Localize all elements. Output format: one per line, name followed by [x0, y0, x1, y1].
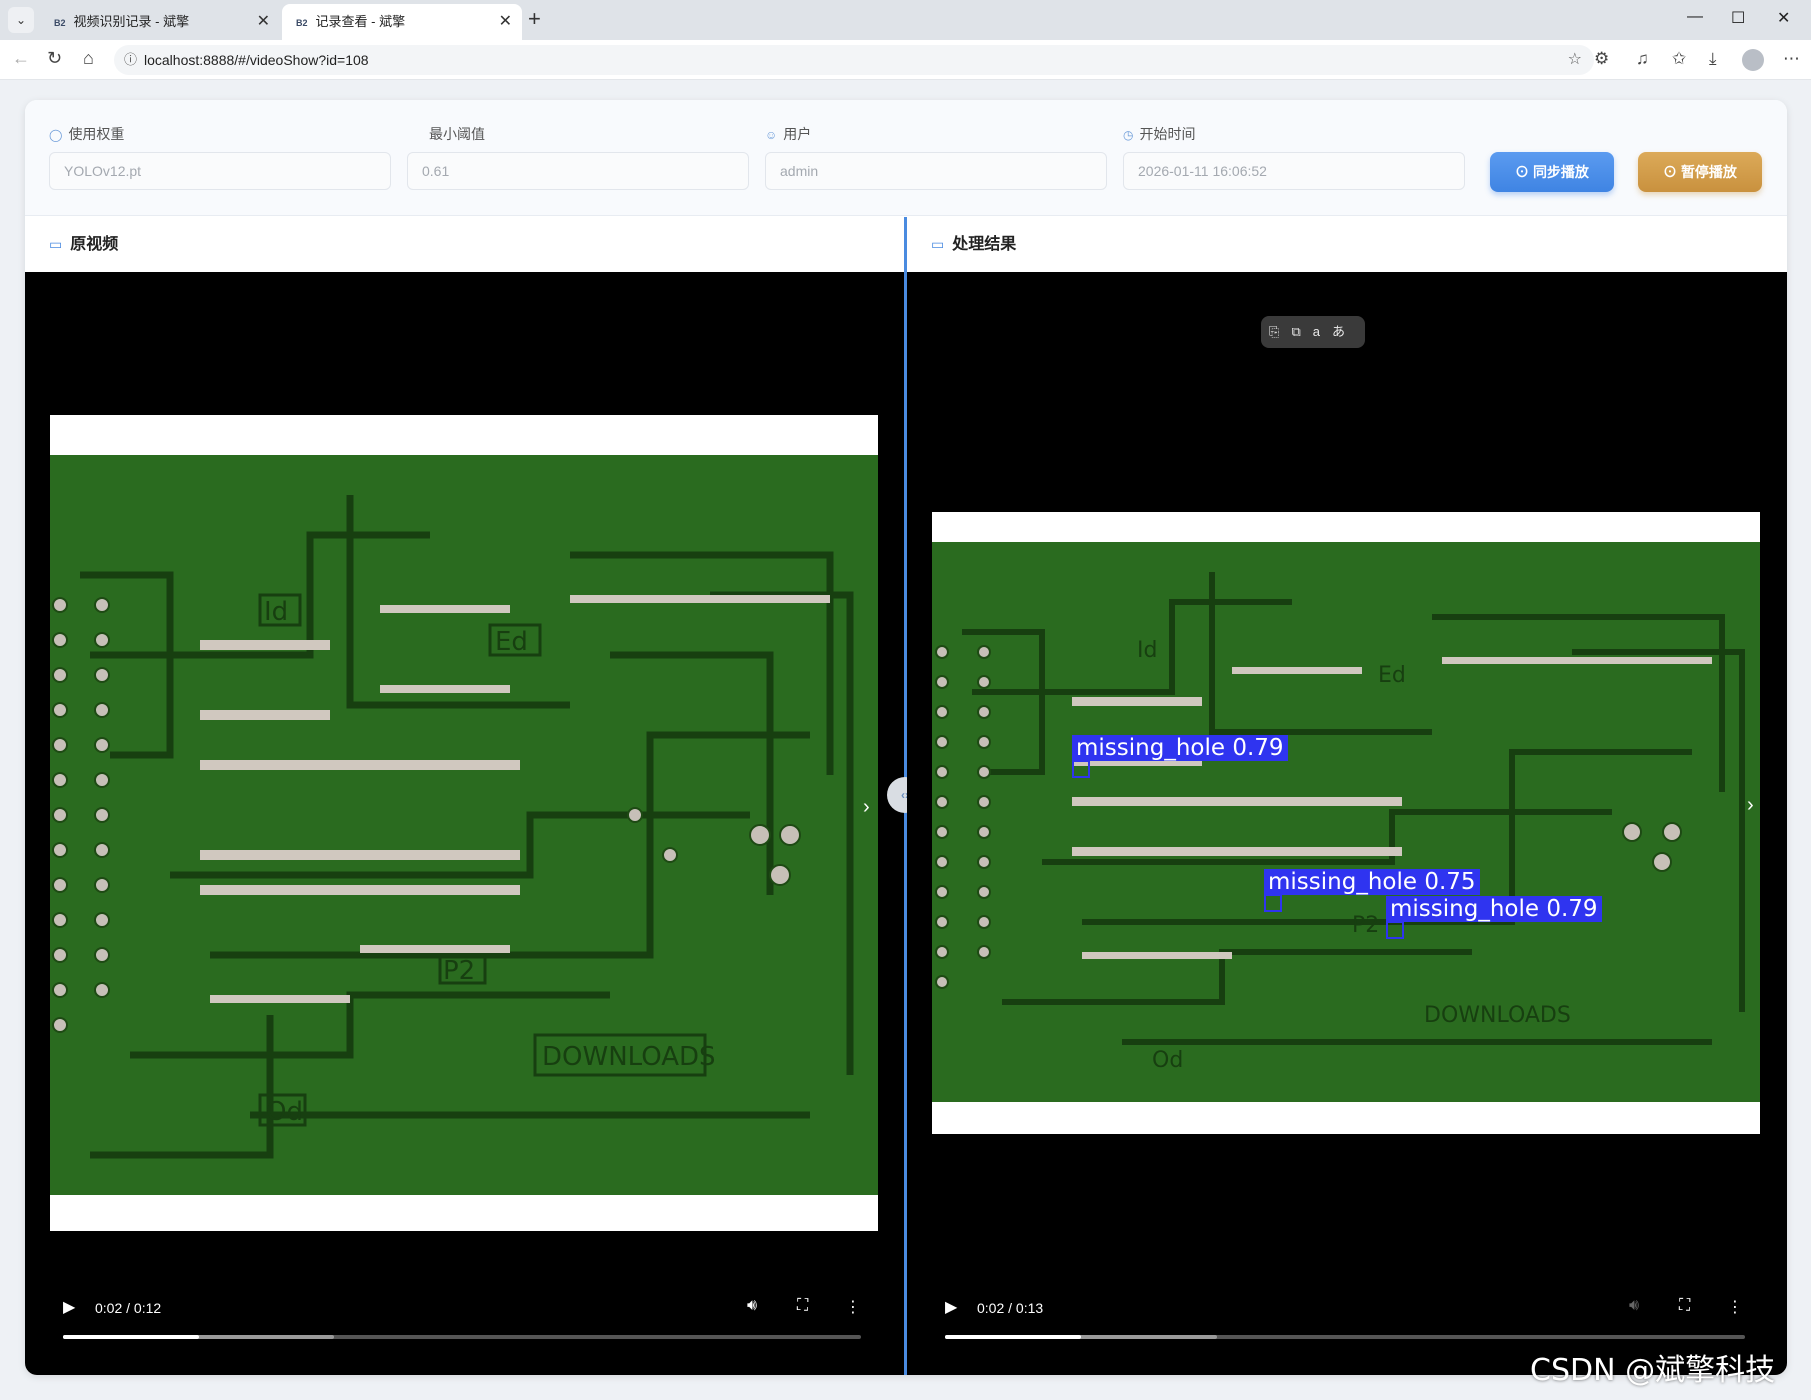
pcb-image: Id Ed P2 DOWNLOADS Od: [50, 455, 878, 1195]
video-progress-bar[interactable]: [63, 1335, 861, 1339]
site-info-icon[interactable]: ⓘ: [124, 45, 137, 75]
pcb-image: Id Ed P2 DOWNLOADS Od: [932, 542, 1760, 1102]
minimize-button[interactable]: —: [1687, 8, 1703, 26]
tab-bar: ⌄ B2 视频识别记录 - 斌擎 ✕ B2 记录查看 - 斌擎 ✕ + — ☐ ✕: [0, 0, 1811, 40]
downloads-icon[interactable]: ⤓: [1709, 49, 1717, 69]
pcb-label: Od: [1152, 1048, 1183, 1073]
original-video-title: ▭ 原视频: [49, 236, 119, 253]
maximize-button[interactable]: ☐: [1731, 8, 1745, 28]
play-circle-icon: ⊙: [1515, 164, 1533, 180]
weight-label: ◯ 使用权重: [49, 126, 125, 142]
reload-icon[interactable]: ↻: [47, 48, 62, 69]
video-progress-bar[interactable]: [945, 1335, 1745, 1339]
tab-title: 记录查看 - 斌擎: [315, 14, 406, 29]
pcb-label: Od: [266, 1097, 303, 1127]
extensions-icon[interactable]: ⚙: [1594, 49, 1609, 69]
visual-search-icon[interactable]: ⧉: [1291, 324, 1312, 339]
pcb-traces: Id Ed P2 DOWNLOADS Od: [935, 572, 1745, 1073]
favicon-icon: B2: [54, 18, 66, 28]
pip-icon[interactable]: ⎘: [1269, 324, 1291, 339]
clock-icon: ◷: [1123, 128, 1134, 142]
pcb-label: DOWNLOADS: [1424, 1003, 1571, 1028]
result-video-title: ▭ 处理结果: [931, 236, 1017, 253]
detection-label: missing_hole 0.79: [1072, 735, 1288, 761]
media-icon[interactable]: ♫: [1636, 49, 1649, 69]
tab-record-view[interactable]: B2 记录查看 - 斌擎 ✕: [282, 4, 522, 40]
detection-box: [1386, 921, 1404, 939]
profile-avatar[interactable]: [1742, 49, 1764, 71]
detection-label: missing_hole 0.79: [1386, 896, 1602, 922]
chevron-right-icon[interactable]: ›: [1747, 794, 1754, 817]
tab-list-button[interactable]: ⌄: [8, 7, 34, 33]
csdn-watermark: CSDN @斌擎科技: [1530, 1353, 1776, 1388]
pcb-traces: Id Ed P2 DOWNLOADS Od: [52, 495, 854, 1159]
detection-box: [1072, 760, 1090, 778]
favorite-star-icon[interactable]: ☆: [1568, 45, 1582, 75]
new-tab-button[interactable]: +: [528, 6, 541, 32]
close-tab-icon[interactable]: ✕: [499, 4, 512, 40]
fullscreen-icon[interactable]: ⛶: [797, 1297, 808, 1315]
more-menu-icon[interactable]: ⋯: [1783, 49, 1800, 69]
pause-play-button[interactable]: ⊙ 暂停播放: [1638, 152, 1762, 192]
pcb-label: Ed: [1378, 663, 1406, 688]
url-text: localhost:8888/#/videoShow?id=108: [144, 52, 369, 68]
video-record-card: ◯ 使用权重 YOLOv12.pt 最小阈值 0.61 ☺ 用户 admin ◷ 开始…: [25, 100, 1787, 1375]
back-icon[interactable]: ←: [12, 48, 30, 69]
more-options-icon[interactable]: ⋮: [1727, 1297, 1743, 1317]
monitor-icon: ▭: [931, 236, 945, 252]
progress-fill: [945, 1335, 1081, 1339]
favicon-icon: B2: [296, 18, 308, 28]
chevron-right-icon[interactable]: ›: [863, 796, 870, 819]
pause-circle-icon: ⊙: [1663, 164, 1681, 180]
threshold-field[interactable]: 0.61: [407, 152, 749, 190]
pcb-label: Id: [264, 597, 288, 627]
user-field[interactable]: admin: [765, 152, 1107, 190]
detection-label: missing_hole 0.75: [1264, 869, 1480, 895]
weight-icon: ◯: [49, 128, 63, 142]
video-overlay-toolbar: ⎘⧉aあ: [1261, 316, 1365, 348]
more-options-icon[interactable]: ⋮: [845, 1297, 861, 1317]
weight-field[interactable]: YOLOv12.pt: [49, 152, 391, 190]
start-time-label: ◷ 开始时间: [1123, 126, 1196, 142]
video-time: 0:02 / 0:12: [95, 1300, 162, 1316]
record-info-form: ◯ 使用权重 YOLOv12.pt 最小阈值 0.61 ☺ 用户 admin ◷ 开始…: [25, 100, 1787, 216]
pcb-label: P2: [1352, 913, 1379, 938]
tab-video-records[interactable]: B2 视频识别记录 - 斌擎 ✕: [40, 4, 280, 40]
progress-fill: [63, 1335, 199, 1339]
video-controls: ▶ 0:02 / 0:12 🔊︎ ⛶ ⋮: [25, 1289, 904, 1339]
volume-icon[interactable]: 🔊︎: [747, 1297, 757, 1315]
pcb-label: Id: [1137, 638, 1157, 663]
video-controls: ▶ 0:02 / 0:13 🔊︎ ⛶ ⋮: [907, 1289, 1787, 1339]
tab-title: 视频识别记录 - 斌擎: [73, 14, 190, 29]
pcb-label: Ed: [495, 627, 528, 657]
start-time-field[interactable]: 2026-01-11 16:06:52: [1123, 152, 1465, 190]
play-icon[interactable]: ▶: [945, 1297, 957, 1317]
original-video-player[interactable]: Id Ed P2 DOWNLOADS Od › ▶ 0:02 / 0:12 🔊︎…: [25, 272, 904, 1375]
result-video-player[interactable]: ⎘⧉aあ Id Ed P2 DOWNLOADS Od missing_hole …: [907, 272, 1787, 1375]
detection-box: [1264, 894, 1282, 912]
pcb-label: P2: [443, 956, 475, 986]
sync-play-button[interactable]: ⊙ 同步播放: [1490, 152, 1614, 192]
translate-icon[interactable]: aあ: [1313, 324, 1357, 339]
close-tab-icon[interactable]: ✕: [257, 4, 270, 40]
address-input[interactable]: ⓘ localhost:8888/#/videoShow?id=108 ☆: [114, 45, 1594, 75]
video-frame: Id Ed P2 DOWNLOADS Od missing_hole 0.79 …: [932, 512, 1760, 1134]
user-label: ☺ 用户: [765, 126, 812, 142]
play-icon[interactable]: ▶: [63, 1297, 75, 1317]
video-camera-icon: ▭: [49, 236, 63, 252]
user-icon: ☺: [765, 128, 778, 142]
favorites-icon[interactable]: ✩: [1672, 49, 1686, 69]
video-time: 0:02 / 0:13: [977, 1300, 1044, 1316]
close-window-button[interactable]: ✕: [1777, 8, 1790, 28]
address-toolbar: ← ↻ ⌂ ⓘ localhost:8888/#/videoShow?id=10…: [0, 40, 1811, 80]
volume-icon[interactable]: 🔊︎: [1629, 1297, 1639, 1315]
video-frame: Id Ed P2 DOWNLOADS Od: [50, 415, 878, 1231]
home-icon[interactable]: ⌂: [83, 48, 94, 69]
threshold-label: 最小阈值: [429, 126, 485, 142]
fullscreen-icon[interactable]: ⛶: [1679, 1297, 1690, 1315]
pcb-label: DOWNLOADS: [542, 1042, 716, 1072]
